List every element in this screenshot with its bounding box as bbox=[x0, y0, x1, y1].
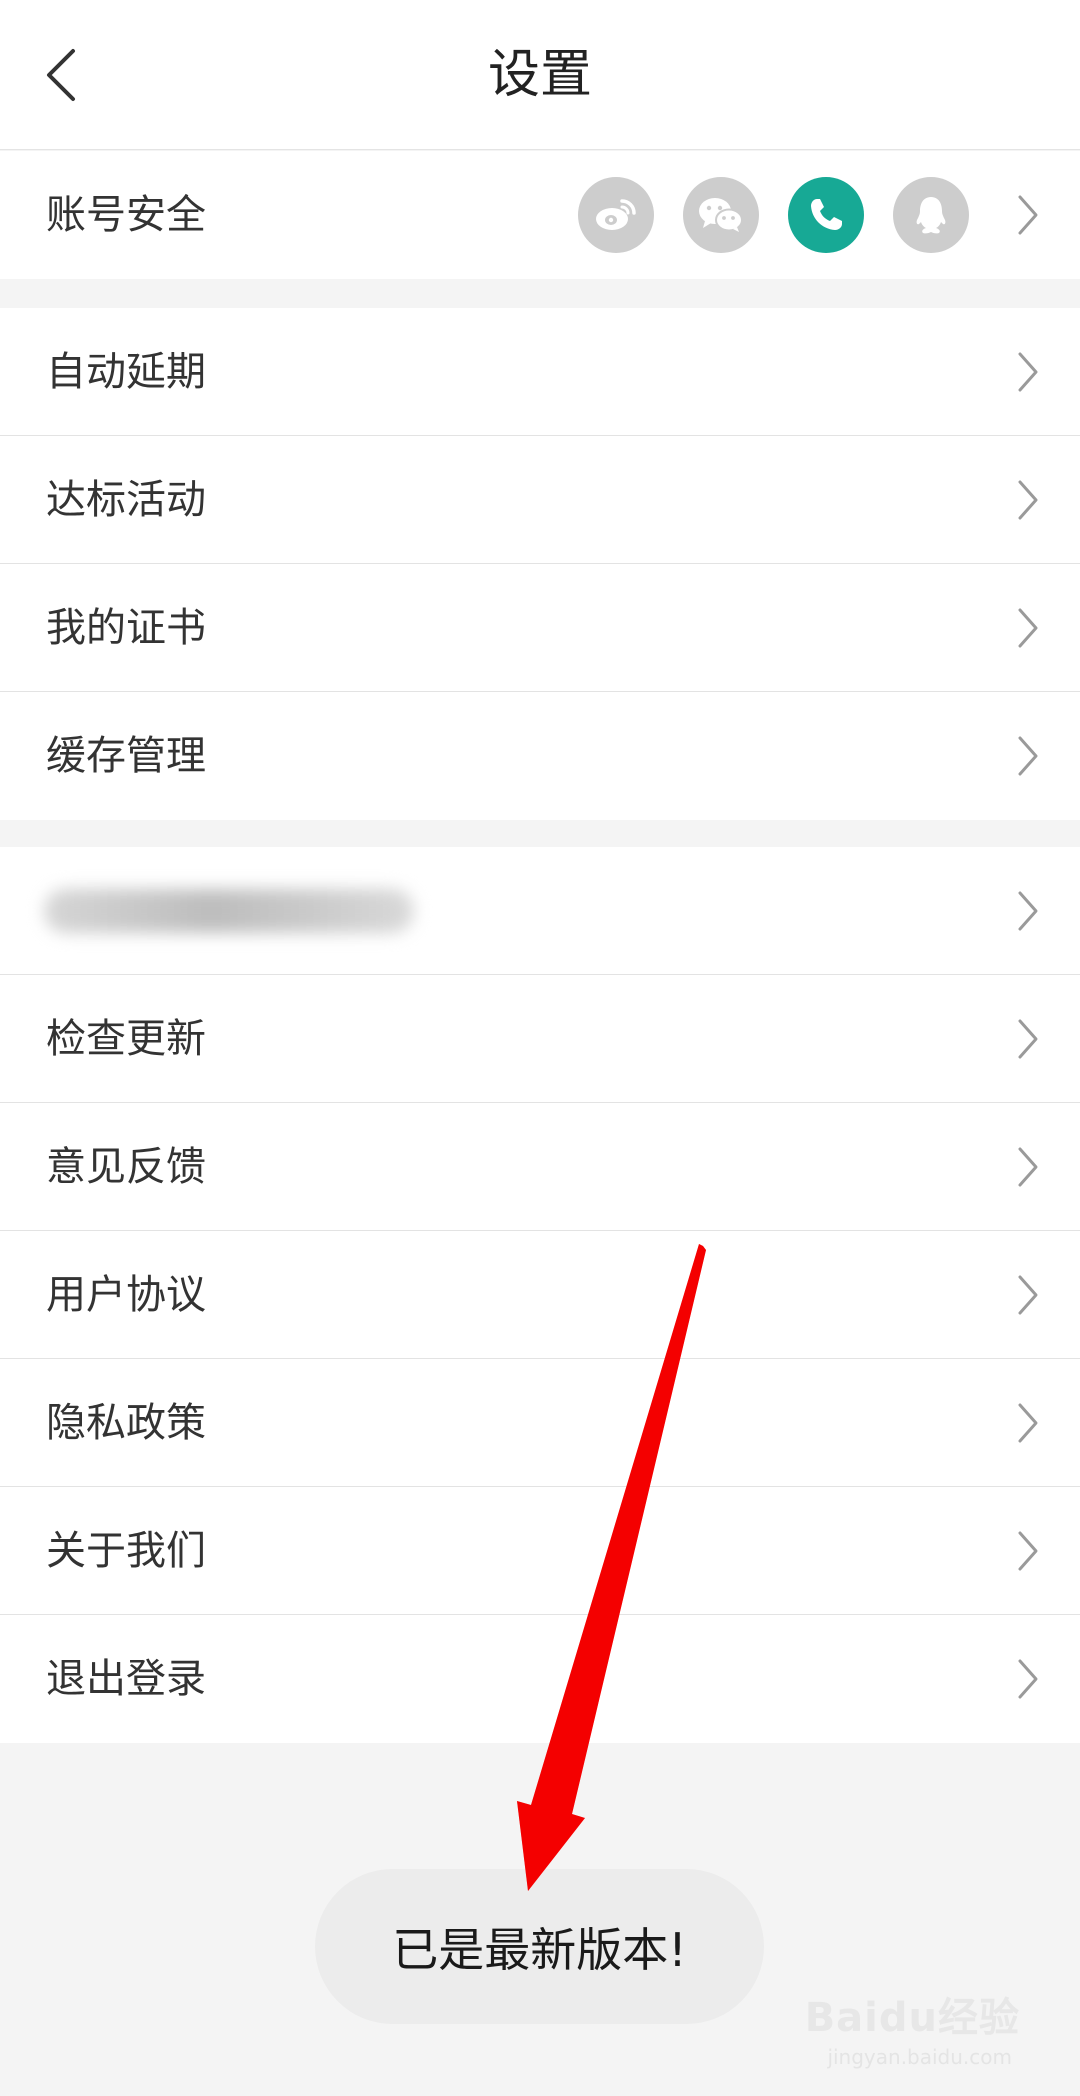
row-label: 账号安全 bbox=[46, 192, 206, 238]
row-label: 隐私政策 bbox=[46, 1400, 206, 1446]
account-security-row[interactable]: 账号安全 bbox=[0, 151, 1080, 279]
settings-page: 设置 账号安全 自动延期 达标活动 我的证书 缓存管理 检查更新 意见反馈 用户… bbox=[0, 0, 1080, 2096]
chevron-right-icon bbox=[1018, 480, 1038, 520]
check-update-row[interactable]: 检查更新 bbox=[0, 975, 1080, 1103]
chevron-right-icon bbox=[1018, 891, 1038, 931]
wechat-icon bbox=[683, 177, 759, 253]
chevron-right-icon bbox=[1018, 736, 1038, 776]
feedback-row[interactable]: 意见反馈 bbox=[0, 1103, 1080, 1231]
logout-row[interactable]: 退出登录 bbox=[0, 1615, 1080, 1743]
row-label: 自动延期 bbox=[46, 349, 206, 395]
row-label: 退出登录 bbox=[46, 1656, 206, 1702]
my-certificates-row[interactable]: 我的证书 bbox=[0, 564, 1080, 692]
phone-icon bbox=[788, 177, 864, 253]
chevron-right-icon bbox=[1018, 1531, 1038, 1571]
user-agreement-row[interactable]: 用户协议 bbox=[0, 1231, 1080, 1359]
watermark: Baidu经验 jingyan.baidu.com bbox=[790, 1985, 1020, 2075]
watermark-url: jingyan.baidu.com bbox=[827, 2045, 1012, 2069]
toast: 已是最新版本! bbox=[315, 1869, 764, 2024]
row-label: 缓存管理 bbox=[46, 733, 206, 779]
chevron-right-icon bbox=[1018, 1275, 1038, 1315]
chevron-right-icon bbox=[1018, 352, 1038, 392]
blurred-text bbox=[44, 889, 414, 933]
weibo-icon bbox=[578, 177, 654, 253]
privacy-policy-row[interactable]: 隐私政策 bbox=[0, 1359, 1080, 1487]
cache-management-row[interactable]: 缓存管理 bbox=[0, 692, 1080, 820]
toast-text: 已是最新版本! bbox=[392, 1922, 687, 1977]
row-label: 用户协议 bbox=[46, 1272, 206, 1318]
about-us-row[interactable]: 关于我们 bbox=[0, 1487, 1080, 1615]
page-title: 设置 bbox=[487, 45, 592, 105]
row-label: 意见反馈 bbox=[46, 1144, 206, 1190]
watermark-logo: Baidu经验 bbox=[804, 1995, 1020, 2041]
row-label: 关于我们 bbox=[46, 1528, 206, 1574]
chevron-right-icon bbox=[1018, 1403, 1038, 1443]
top-bar: 设置 bbox=[0, 0, 1080, 150]
qq-icon bbox=[893, 177, 969, 253]
row-label: 达标活动 bbox=[46, 477, 206, 523]
chevron-right-icon bbox=[1018, 1147, 1038, 1187]
chevron-right-icon bbox=[1018, 1019, 1038, 1059]
chevron-right-icon bbox=[1018, 608, 1038, 648]
chevron-right-icon bbox=[1018, 195, 1038, 235]
auto-renew-row[interactable]: 自动延期 bbox=[0, 308, 1080, 436]
row-label: 我的证书 bbox=[46, 605, 206, 651]
row-label: 检查更新 bbox=[46, 1016, 206, 1062]
achievement-activity-row[interactable]: 达标活动 bbox=[0, 436, 1080, 564]
blurred-info-row[interactable] bbox=[0, 847, 1080, 975]
chevron-right-icon bbox=[1018, 1659, 1038, 1699]
